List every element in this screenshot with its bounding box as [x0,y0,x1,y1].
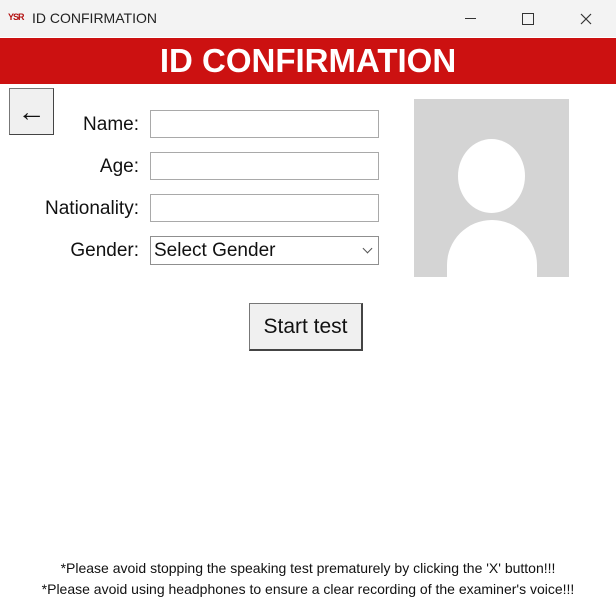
nationality-label: Nationality: [45,198,139,219]
minimize-icon [464,18,476,19]
gender-select[interactable]: Select Gender [150,236,379,265]
age-label: Age: [99,156,139,177]
avatar-head [458,139,525,213]
photo-placeholder [414,99,569,277]
nationality-field[interactable] [150,194,379,222]
chevron-down-icon [362,243,373,254]
gender-label: Gender: [70,240,139,261]
window-title: ID CONFIRMATION [32,10,157,26]
age-field[interactable] [150,152,379,180]
close-button[interactable] [563,0,609,37]
start-test-button[interactable]: Start test [249,303,363,351]
page-banner: ID CONFIRMATION [0,38,616,84]
window-titlebar: YSR ID CONFIRMATION [0,0,616,37]
close-icon [580,13,592,24]
name-label: Name: [83,114,139,135]
gender-select-value: Select Gender [154,240,276,261]
notice-stop-warning: *Please avoid stopping the speaking test… [60,560,556,576]
minimize-button[interactable] [447,0,493,37]
maximize-icon [522,12,534,25]
avatar-body [447,220,537,277]
app-logo-icon: YSR [8,12,25,22]
notice-headphones-warning: *Please avoid using headphones to ensure… [41,581,575,597]
name-field[interactable] [150,110,379,138]
maximize-button[interactable] [505,0,551,37]
